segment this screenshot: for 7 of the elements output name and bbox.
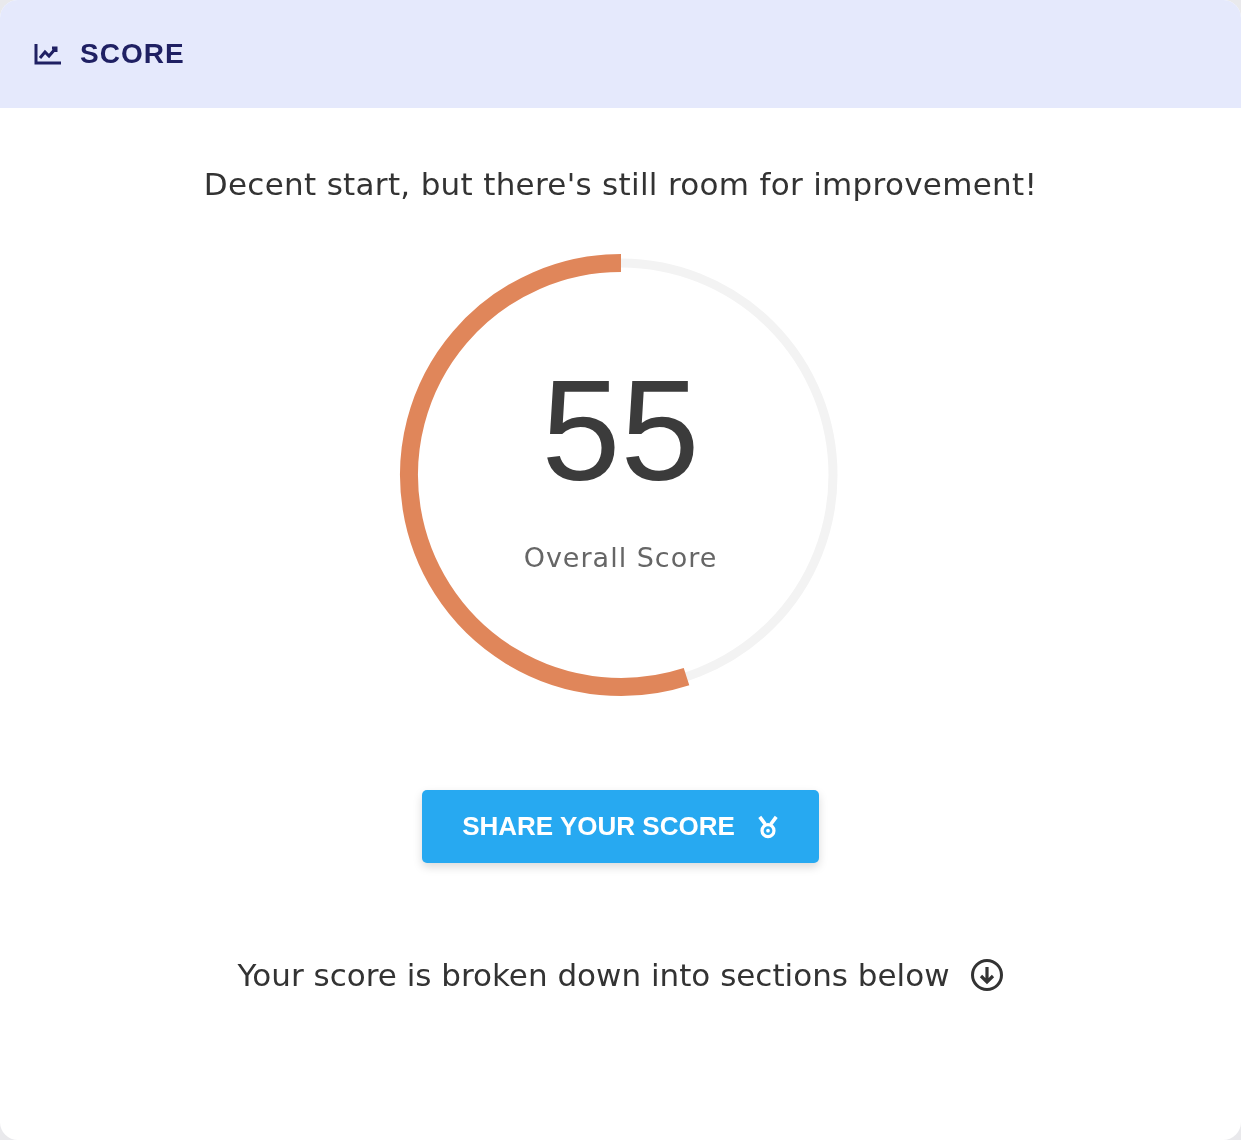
score-message: Decent start, but there's still room for improvement! (203, 166, 1038, 202)
card-title: SCORE (80, 38, 185, 70)
medal-icon (756, 814, 779, 839)
down-arrow-circle-icon[interactable] (969, 958, 1004, 992)
sections-note: Your score is broken down into sections below (237, 957, 950, 993)
line-chart-icon (33, 42, 63, 66)
share-button[interactable]: SHARE YOUR SCORE (422, 790, 819, 863)
